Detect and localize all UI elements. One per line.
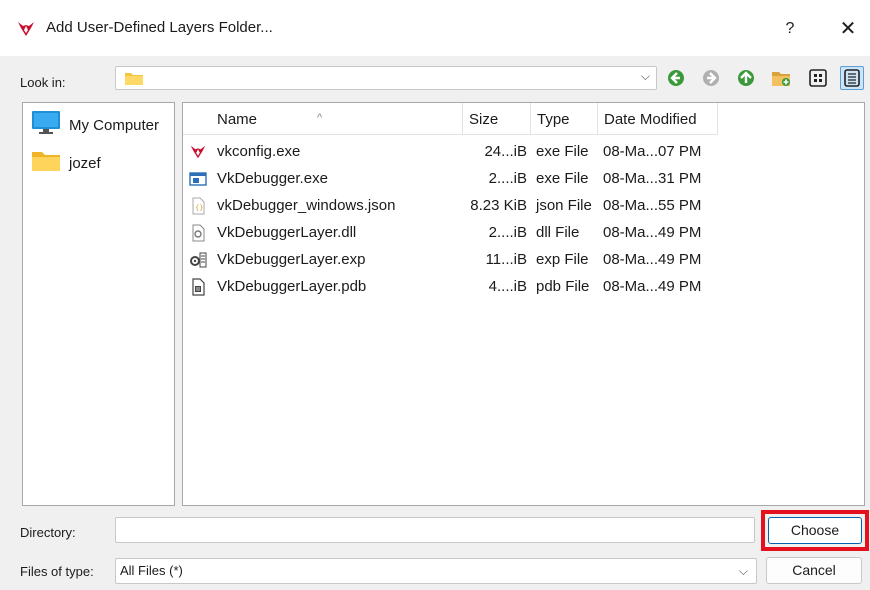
cancel-button[interactable]: Cancel	[766, 557, 862, 584]
computer-icon	[31, 110, 61, 140]
pdb-file-icon	[189, 278, 207, 296]
folder-icon	[31, 149, 61, 177]
grid-view-icon	[809, 69, 827, 87]
table-row[interactable]: vkconfig.exe 24...iB exe File 08-Ma...07…	[183, 139, 718, 166]
sidebar-item-jozef[interactable]: jozef	[31, 149, 101, 177]
column-header-label: Name	[217, 111, 258, 128]
sort-ascending-icon: ^	[317, 112, 323, 124]
file-name: vkDebugger_windows.json	[217, 197, 396, 214]
column-header-date-modified[interactable]: Date Modified	[598, 103, 718, 135]
app-window-icon	[189, 170, 207, 188]
files-of-type-label: Files of type:	[20, 564, 94, 579]
svg-text:{}: {}	[195, 204, 203, 212]
file-type: exe File	[536, 170, 589, 187]
file-name: VkDebuggerLayer.dll	[217, 224, 357, 241]
file-date: 08-Ma...49 PM	[603, 251, 702, 268]
chevron-down-icon[interactable]: ⌵	[739, 559, 748, 583]
title-bar: Add User-Defined Layers Folder... ? ✕	[0, 0, 870, 56]
chevron-down-icon[interactable]: ⌵	[641, 69, 650, 84]
exp-file-icon	[189, 251, 207, 269]
window-title: Add User-Defined Layers Folder...	[46, 19, 273, 36]
choose-button[interactable]: Choose	[768, 517, 862, 544]
file-name: VkDebuggerLayer.exp	[217, 251, 366, 268]
look-in-label: Look in:	[20, 75, 66, 90]
file-date: 08-Ma...49 PM	[603, 278, 702, 295]
forward-arrow-icon	[703, 70, 719, 86]
file-size: 2....iB	[488, 170, 527, 187]
table-header: Name ^ Size Type Date Modified	[183, 103, 718, 135]
directory-label: Directory:	[20, 525, 76, 540]
file-name: VkDebuggerLayer.pdb	[217, 278, 367, 295]
help-button[interactable]: ?	[770, 12, 810, 46]
file-date: 08-Ma...31 PM	[603, 170, 702, 187]
file-type: dll File	[536, 224, 580, 241]
column-header-type[interactable]: Type	[531, 103, 598, 135]
table-row[interactable]: {} vkDebugger_windows.json 8.23 KiB json…	[183, 193, 718, 220]
folder-icon	[124, 70, 144, 89]
column-header-size[interactable]: Size	[463, 103, 531, 135]
back-arrow-icon	[668, 70, 684, 86]
column-header-name[interactable]: Name ^	[183, 103, 463, 135]
file-date: 08-Ma...49 PM	[603, 224, 702, 241]
file-type: exp File	[536, 251, 589, 268]
file-size: 2....iB	[488, 224, 527, 241]
json-file-icon: {}	[189, 197, 207, 215]
vkconfig-app-icon	[16, 20, 36, 38]
file-date: 08-Ma...07 PM	[603, 143, 702, 160]
close-button[interactable]: ✕	[828, 12, 868, 46]
files-of-type-select[interactable]: All Files (*) ⌵	[115, 558, 757, 584]
back-button[interactable]	[664, 66, 688, 90]
table-row[interactable]: VkDebuggerLayer.dll 2....iB dll File 08-…	[183, 220, 718, 247]
file-size: 24...iB	[484, 143, 527, 160]
file-date: 08-Ma...55 PM	[603, 197, 702, 214]
forward-button[interactable]	[699, 66, 723, 90]
sidebar-panel: My Computer jozef	[22, 102, 175, 506]
sidebar-item-my-computer[interactable]: My Computer	[31, 111, 159, 139]
up-arrow-icon	[738, 70, 754, 86]
directory-input[interactable]	[115, 517, 755, 543]
file-type: json File	[536, 197, 592, 214]
detail-view-icon	[844, 69, 860, 87]
file-type: pdb File	[536, 278, 590, 295]
file-size: 4....iB	[488, 278, 527, 295]
new-folder-icon	[772, 72, 790, 86]
up-folder-button[interactable]	[734, 66, 758, 90]
sidebar-item-label: jozef	[69, 154, 101, 172]
file-name: VkDebugger.exe	[217, 170, 328, 187]
table-row[interactable]: VkDebuggerLayer.pdb 4....iB pdb File 08-…	[183, 274, 718, 301]
table-row[interactable]: VkDebugger.exe 2....iB exe File 08-Ma...…	[183, 166, 718, 193]
file-type: exe File	[536, 143, 589, 160]
sidebar-item-label: My Computer	[69, 116, 160, 134]
detail-view-button[interactable]	[840, 66, 864, 90]
file-size: 11...iB	[485, 251, 527, 268]
vkconfig-icon	[189, 143, 207, 161]
look-in-combo[interactable]: ⌵	[115, 66, 657, 90]
new-folder-button[interactable]	[769, 66, 793, 90]
dll-file-icon	[189, 224, 207, 242]
file-list-panel: Name ^ Size Type Date Modified vkconfig.…	[182, 102, 865, 506]
file-dialog: Add User-Defined Layers Folder... ? ✕ Lo…	[0, 0, 870, 590]
files-of-type-value: All Files (*)	[120, 563, 183, 578]
file-size: 8.23 KiB	[470, 197, 527, 214]
table-row[interactable]: VkDebuggerLayer.exp 11...iB exp File 08-…	[183, 247, 718, 274]
file-name: vkconfig.exe	[217, 143, 301, 160]
list-view-button[interactable]	[806, 66, 830, 90]
